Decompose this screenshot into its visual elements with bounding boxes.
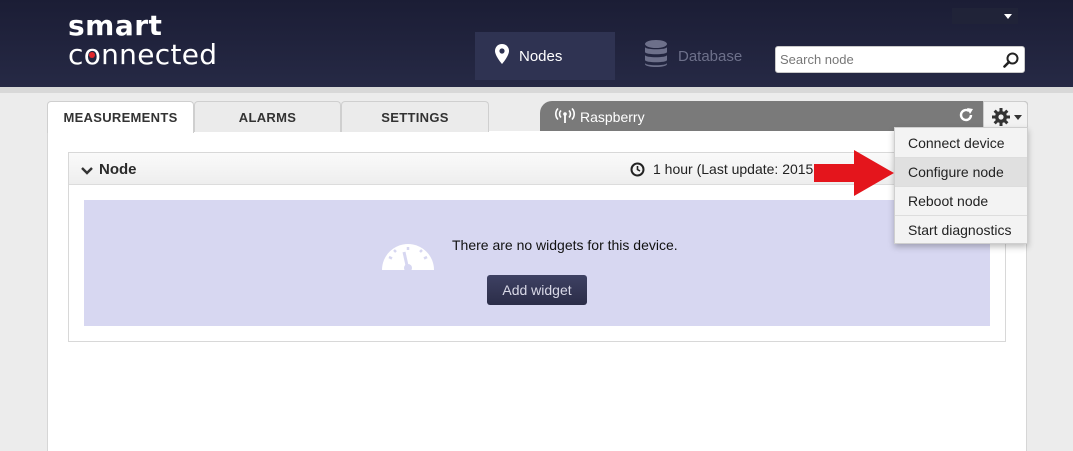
caret-down-icon bbox=[1004, 14, 1012, 19]
menu-item-reboot-node[interactable]: Reboot node bbox=[895, 186, 1027, 215]
header-shadow-strip bbox=[0, 87, 1073, 93]
nav-database[interactable]: Database bbox=[644, 40, 742, 72]
smart-connected-logo[interactable]: smart connected bbox=[68, 12, 217, 70]
no-widgets-message: There are no widgets for this device. bbox=[452, 237, 678, 253]
tab-measurements[interactable]: MEASUREMENTS bbox=[47, 101, 194, 133]
database-icon bbox=[644, 40, 668, 72]
chevron-down-icon[interactable] bbox=[81, 163, 93, 181]
user-menu-toggle[interactable] bbox=[952, 8, 1018, 24]
logo-line2: connected bbox=[68, 40, 217, 70]
tab-settings[interactable]: SETTINGS bbox=[341, 101, 489, 132]
nav-database-label: Database bbox=[678, 47, 743, 65]
search-icon[interactable] bbox=[1003, 52, 1019, 73]
logo-red-dot bbox=[89, 52, 95, 58]
tab-measurements-label: MEASUREMENTS bbox=[63, 110, 178, 125]
clock-icon bbox=[630, 162, 645, 182]
top-header: smart connected Nodes Database bbox=[0, 0, 1073, 87]
search-input[interactable] bbox=[780, 50, 995, 69]
wifi-signal-icon bbox=[555, 107, 575, 129]
nav-nodes[interactable]: Nodes bbox=[475, 32, 615, 80]
map-pin-icon bbox=[495, 44, 509, 68]
widget-area: There are no widgets for this device. Ad… bbox=[84, 200, 990, 326]
settings-dropdown-menu: Connect device Configure node Reboot nod… bbox=[894, 127, 1028, 244]
menu-item-start-diagnostics[interactable]: Start diagnostics bbox=[895, 215, 1027, 244]
dashboard-gauge-icon bbox=[381, 228, 435, 277]
annotation-arrow-icon bbox=[814, 150, 896, 201]
tab-settings-label: SETTINGS bbox=[381, 109, 449, 125]
search-box bbox=[775, 46, 1025, 73]
nav-nodes-label: Nodes bbox=[519, 47, 563, 65]
menu-item-connect-device[interactable]: Connect device bbox=[895, 128, 1027, 157]
logo-line1: smart bbox=[68, 9, 163, 42]
device-name: Raspberry bbox=[580, 109, 645, 125]
tab-alarms[interactable]: ALARMS bbox=[194, 101, 341, 132]
refresh-icon[interactable] bbox=[958, 107, 974, 128]
panel-title: Node bbox=[99, 161, 137, 178]
menu-item-configure-node[interactable]: Configure node bbox=[895, 157, 1027, 186]
caret-down-icon bbox=[1014, 115, 1022, 120]
add-widget-button[interactable]: Add widget bbox=[487, 275, 587, 305]
tab-alarms-label: ALARMS bbox=[238, 109, 297, 125]
